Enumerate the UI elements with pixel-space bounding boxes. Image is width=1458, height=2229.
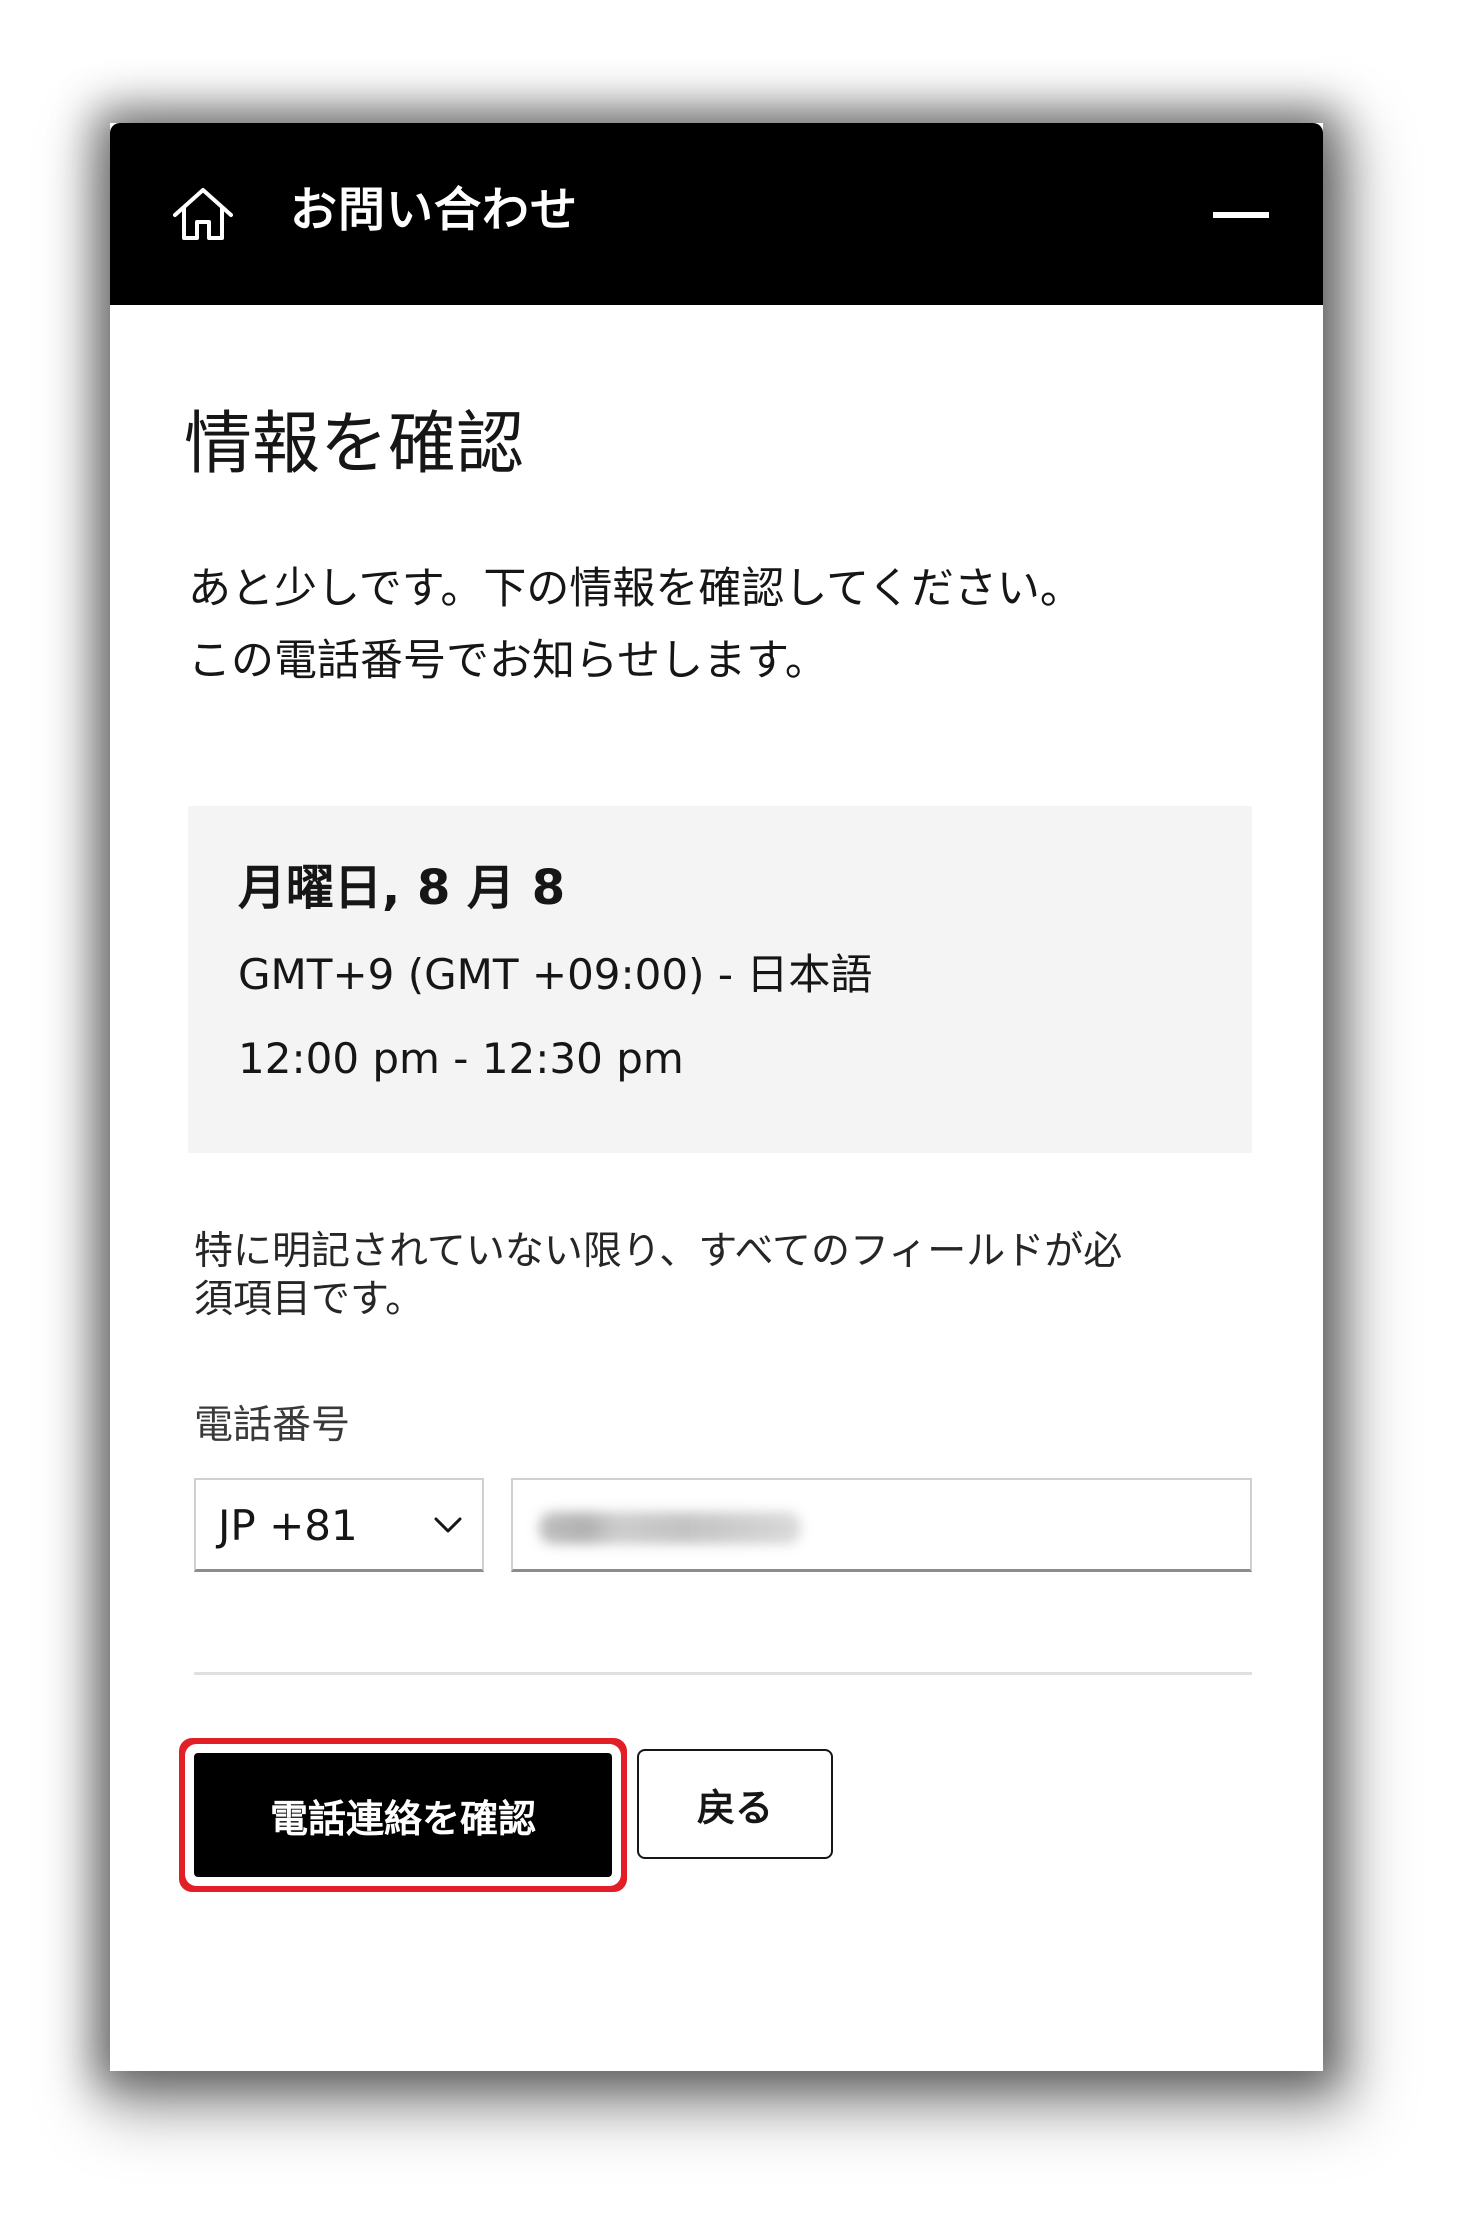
required-fields-note: 特に明記されていない限り、すべてのフィールドが必 須項目です。: [194, 1228, 1254, 1324]
confirm-phone-contact-button[interactable]: 電話連絡を確認: [194, 1753, 612, 1877]
phone-number-input[interactable]: [511, 1478, 1252, 1572]
country-code-value: JP +81: [218, 1501, 358, 1550]
minimize-button[interactable]: [1210, 193, 1276, 233]
appointment-timezone: GMT+9 (GMT +09:00) - 日本語: [238, 950, 873, 999]
page-title: 情報を確認: [184, 405, 525, 484]
appointment-date: 月曜日, 8 月 8: [238, 860, 566, 916]
chevron-down-icon: [434, 1517, 462, 1533]
required-note-line-2: 須項目です。: [194, 1277, 425, 1322]
required-note-line-1: 特に明記されていない限り、すべてのフィールドが必: [194, 1229, 1123, 1274]
back-button[interactable]: 戻る: [637, 1749, 833, 1859]
panel-header: お問い合わせ: [110, 123, 1323, 305]
contact-panel: お問い合わせ 情報を確認 あと少しです。下の情報を確認してください。 この電話番…: [110, 123, 1323, 2071]
header-title: お問い合わせ: [290, 183, 578, 238]
phone-label: 電話番号: [194, 1403, 351, 1448]
intro-line-2: この電話番号でお知らせします。: [188, 636, 828, 686]
divider: [194, 1672, 1252, 1675]
appointment-summary: 月曜日, 8 月 8 GMT+9 (GMT +09:00) - 日本語 12:0…: [188, 806, 1252, 1153]
appointment-time: 12:00 pm - 12:30 pm: [238, 1034, 684, 1083]
minimize-icon: [1213, 212, 1269, 218]
intro-line-1: あと少しです。下の情報を確認してください。: [188, 564, 1083, 614]
obscured-phone-number: [539, 1512, 801, 1544]
intro-text: あと少しです。下の情報を確認してください。 この電話番号でお知らせします。: [188, 553, 1268, 697]
country-code-select[interactable]: JP +81: [194, 1478, 484, 1572]
home-icon[interactable]: [170, 185, 236, 243]
